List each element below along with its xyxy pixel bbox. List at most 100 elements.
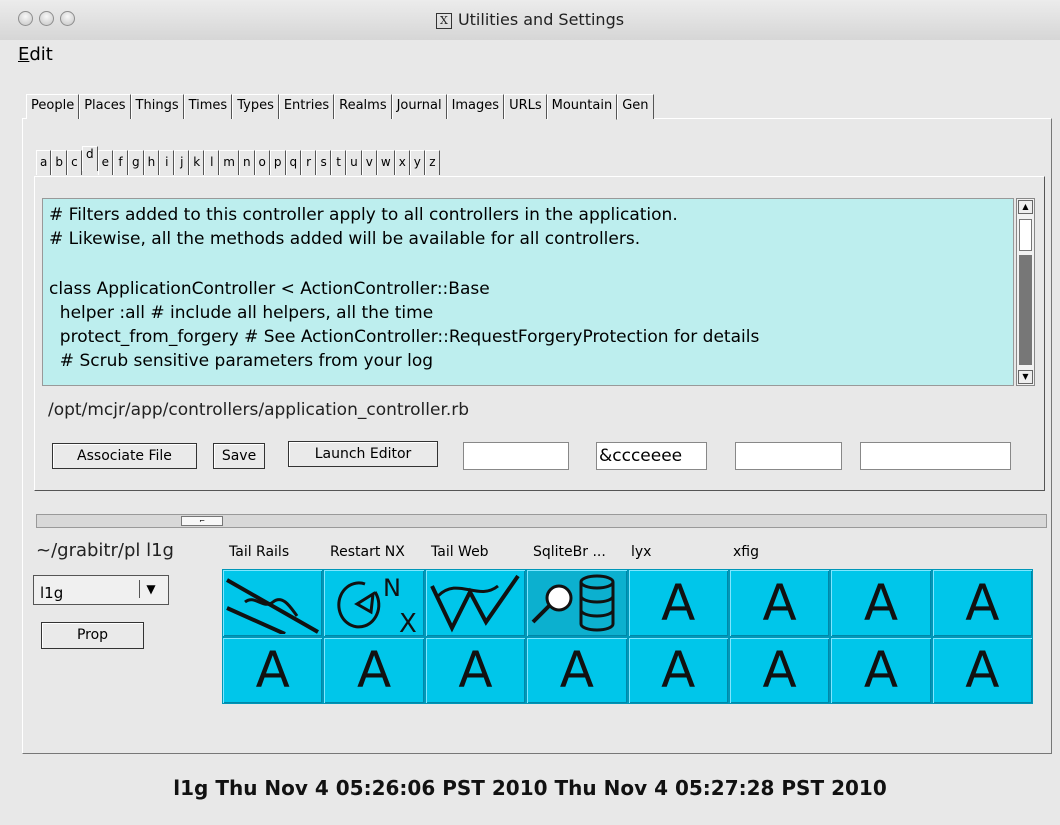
menu-edit-rest: dit <box>29 44 53 65</box>
launch-editor-button[interactable]: Launch Editor <box>288 441 438 467</box>
letter-tab-h[interactable]: h <box>143 150 160 175</box>
tab-journal[interactable]: Journal <box>391 94 447 119</box>
scroll-track[interactable] <box>1019 255 1032 365</box>
x11-icon: X <box>435 12 452 29</box>
tab-entries[interactable]: Entries <box>278 94 335 119</box>
letter-tab-b[interactable]: b <box>51 150 67 175</box>
window-title-text: Utilities and Settings <box>457 10 625 29</box>
menu-edit[interactable]: Edit <box>18 44 53 65</box>
letter-tab-i[interactable]: i <box>159 150 175 175</box>
launcher-grid: N X A A A A A A A A A A A A <box>222 569 1033 704</box>
rails-log-icon <box>226 578 320 634</box>
scroll-thumb[interactable] <box>1019 219 1032 251</box>
letter-tab-p[interactable]: p <box>269 150 286 175</box>
letter-tab-c[interactable]: c <box>66 150 82 175</box>
tab-images[interactable]: Images <box>446 94 505 119</box>
letter-tab-q[interactable]: q <box>285 150 302 175</box>
menu-bar <box>0 40 1060 70</box>
letter-tab-u[interactable]: u <box>346 150 362 175</box>
launch-label-xfig: xfig <box>733 544 759 560</box>
sqlite-browser-tile[interactable] <box>526 569 628 637</box>
scroll-up-arrow-icon[interactable]: ▲ <box>1018 200 1033 214</box>
tab-mountain[interactable]: Mountain <box>546 94 618 120</box>
associate-file-button[interactable]: Associate File <box>52 443 197 469</box>
launcher-tile[interactable]: A <box>424 636 527 704</box>
scroll-down-arrow-icon[interactable]: ▼ <box>1018 370 1033 384</box>
tab-things[interactable]: Things <box>130 94 184 119</box>
launch-label-tail-web: Tail Web <box>431 544 489 560</box>
restart-nx-icon: N X <box>336 574 416 634</box>
project-select[interactable]: l1g ▼ <box>33 575 169 605</box>
code-scrollbar[interactable]: ▲ ▼ <box>1016 198 1035 386</box>
letter-tab-a[interactable]: a <box>36 150 52 175</box>
launcher-tile[interactable]: A <box>728 636 831 704</box>
code-editor[interactable]: # Filters added to this controller apply… <box>42 198 1014 386</box>
launcher-tile[interactable]: A <box>526 636 628 704</box>
horizontal-scroll-thumb[interactable]: ⌐ <box>181 516 223 526</box>
save-button[interactable]: Save <box>213 443 265 469</box>
letter-tab-j[interactable]: j <box>174 150 190 175</box>
launch-label-restart-nx: Restart NX <box>330 544 405 560</box>
xfig-tile[interactable]: A <box>728 569 831 637</box>
tail-rails-tile[interactable] <box>222 569 324 637</box>
window-title: X Utilities and Settings <box>0 10 1060 29</box>
web-log-icon <box>430 574 520 633</box>
letter-tab-d[interactable]: d <box>81 146 98 171</box>
launcher-tile[interactable]: A <box>830 569 932 637</box>
tail-web-tile[interactable] <box>424 569 527 637</box>
launcher-tile[interactable]: A <box>627 636 729 704</box>
horizontal-scrollbar[interactable]: ⌐ <box>36 514 1047 528</box>
restart-nx-tile[interactable]: N X <box>323 569 425 637</box>
tab-urls[interactable]: URLs <box>504 94 547 119</box>
home-path: ~/grabitr/pl l1g <box>36 540 174 561</box>
code-line: # Likewise, all the methods added will b… <box>49 229 641 249</box>
tab-people[interactable]: People <box>26 94 80 119</box>
prop-button[interactable]: Prop <box>41 622 144 649</box>
letter-tab-e[interactable]: e <box>97 150 113 175</box>
launcher-tile[interactable]: A <box>222 636 324 704</box>
tab-times[interactable]: Times <box>183 94 233 119</box>
launcher-tile[interactable]: A <box>323 636 425 704</box>
letter-tab-m[interactable]: m <box>219 150 239 175</box>
tab-realms[interactable]: Realms <box>334 94 392 119</box>
letter-tab-l[interactable]: l <box>204 150 220 175</box>
letter-tab-s[interactable]: s <box>316 150 332 175</box>
launcher-tile[interactable]: A <box>931 636 1033 704</box>
letter-tab-y[interactable]: y <box>409 150 425 175</box>
code-line: # Filters added to this controller apply… <box>49 205 678 225</box>
text-field-3[interactable] <box>735 442 842 470</box>
letter-tab-x[interactable]: x <box>394 150 410 175</box>
launch-label-tail-rails: Tail Rails <box>229 544 290 560</box>
letter-tab-r[interactable]: r <box>301 150 317 175</box>
letter-tab-f[interactable]: f <box>113 150 128 175</box>
letter-tab-g[interactable]: g <box>128 150 144 175</box>
letter-tab-w[interactable]: w <box>376 150 395 175</box>
code-line: helper :all # include all helpers, all t… <box>49 303 434 323</box>
file-path: /opt/mcjr/app/controllers/application_co… <box>48 400 470 420</box>
code-line: # Scrub sensitive parameters from your l… <box>49 351 434 371</box>
launcher-tile[interactable]: A <box>931 569 1033 637</box>
code-line: protect_from_forgery # See ActionControl… <box>49 327 760 347</box>
letter-tab-n[interactable]: n <box>238 150 255 175</box>
letter-tabs: abcdefghijklmnopqrstuvwxyz <box>36 146 440 175</box>
tab-places[interactable]: Places <box>79 94 131 119</box>
letter-tab-k[interactable]: k <box>189 150 205 175</box>
svg-text:N: N <box>383 574 401 602</box>
letter-tab-o[interactable]: o <box>254 150 270 175</box>
title-bar: X Utilities and Settings <box>0 0 1060 41</box>
launch-label-lyx: lyx <box>631 544 652 560</box>
lyx-tile[interactable]: A <box>627 569 729 637</box>
letter-tab-z[interactable]: z <box>424 150 440 175</box>
text-field-1[interactable] <box>463 442 569 470</box>
text-field-4[interactable] <box>860 442 1011 470</box>
main-tabs: People Places Things Times Types Entries Realm… <box>26 94 654 120</box>
status-bar: l1g Thu Nov 4 05:26:06 PST 2010 Thu Nov … <box>173 776 887 800</box>
launcher-tile[interactable]: A <box>830 636 932 704</box>
color-field[interactable]: &ccceeee <box>596 442 707 470</box>
letter-tab-v[interactable]: v <box>361 150 377 175</box>
chevron-down-icon[interactable]: ▼ <box>139 580 162 598</box>
launch-label-sqlite-browser: SqliteBr ... <box>533 544 606 560</box>
tab-types[interactable]: Types <box>232 94 279 119</box>
tab-gen[interactable]: Gen <box>617 94 654 119</box>
letter-tab-t[interactable]: t <box>331 150 347 175</box>
